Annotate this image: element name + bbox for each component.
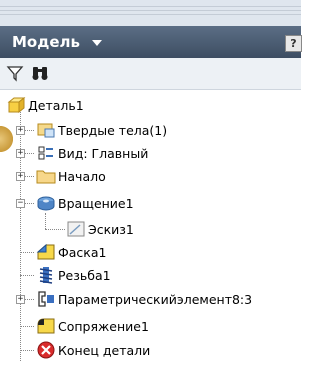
view-icon <box>36 144 56 162</box>
expand-toggle[interactable]: + <box>16 149 25 158</box>
sketch-icon <box>66 220 86 238</box>
tree-item-root[interactable]: Деталь1 <box>6 94 84 116</box>
tree-item-ifeature[interactable]: Параметрическийэлемент8:3 <box>36 288 252 310</box>
tree-item-label: Вид: Главный <box>58 145 149 161</box>
tree-item-view[interactable]: Вид: Главный <box>36 142 148 164</box>
tree-item-label: Начало <box>58 168 106 184</box>
tree-line <box>20 350 34 351</box>
tree-item-label: Фаска1 <box>58 244 107 260</box>
tree-line <box>45 213 46 229</box>
tree-item-solid-bodies[interactable]: Твердые тела(1) <box>36 119 167 141</box>
tree-item-fillet[interactable]: Сопряжение1 <box>36 315 149 337</box>
filter-icon[interactable] <box>5 63 27 83</box>
expand-toggle[interactable]: + <box>16 295 25 304</box>
tree-item-label: Твердые тела(1) <box>58 122 168 138</box>
solid-bodies-icon <box>36 121 56 139</box>
chevron-down-icon[interactable] <box>92 40 102 46</box>
tree-line <box>45 229 65 230</box>
divider <box>0 10 301 11</box>
tree-item-label: Деталь1 <box>28 97 84 113</box>
expand-toggle[interactable]: + <box>16 172 25 181</box>
tree-item-label: Параметрическийэлемент8:3 <box>58 291 253 307</box>
thread-icon <box>36 266 56 284</box>
tree-item-end-of-part[interactable]: Конец детали <box>36 339 150 361</box>
collapse-toggle[interactable]: − <box>16 199 25 208</box>
revolve-icon <box>36 194 56 212</box>
tree-item-label: Эскиз1 <box>88 221 134 237</box>
part-icon <box>6 96 26 114</box>
folder-icon <box>36 167 56 185</box>
tree-item-thread[interactable]: Резьба1 <box>36 264 111 286</box>
tree-item-label: Сопряжение1 <box>58 318 149 334</box>
tree-item-label: Вращение1 <box>58 195 134 211</box>
help-button[interactable]: ? <box>285 35 302 52</box>
ifeature-icon <box>36 290 56 308</box>
tree-item-origin[interactable]: Начало <box>36 165 106 187</box>
fillet-icon <box>36 317 56 335</box>
binoculars-icon[interactable] <box>30 63 52 83</box>
tree-item-label: Конец детали <box>58 342 151 358</box>
panel-title[interactable]: Модель <box>12 33 80 51</box>
divider <box>0 14 301 15</box>
browser-header: Модель ? <box>0 26 302 58</box>
tree-line <box>20 326 34 327</box>
divider <box>0 6 301 7</box>
tree-line <box>20 275 34 276</box>
tree-item-chamfer[interactable]: Фаска1 <box>36 241 106 263</box>
tree-item-sketch[interactable]: Эскиз1 <box>66 218 134 240</box>
end-of-part-icon <box>36 341 56 359</box>
tree-line <box>20 252 34 253</box>
expand-toggle[interactable]: + <box>16 126 25 135</box>
top-strip <box>0 0 301 26</box>
browser-toolbar <box>0 58 301 90</box>
tree-item-label: Резьба1 <box>58 267 111 283</box>
tree-item-revolve[interactable]: Вращение1 <box>36 192 134 214</box>
model-tree: + + + − + Деталь1 Твердые тела(1) Вид: Г… <box>0 90 301 367</box>
chamfer-icon <box>36 243 56 261</box>
